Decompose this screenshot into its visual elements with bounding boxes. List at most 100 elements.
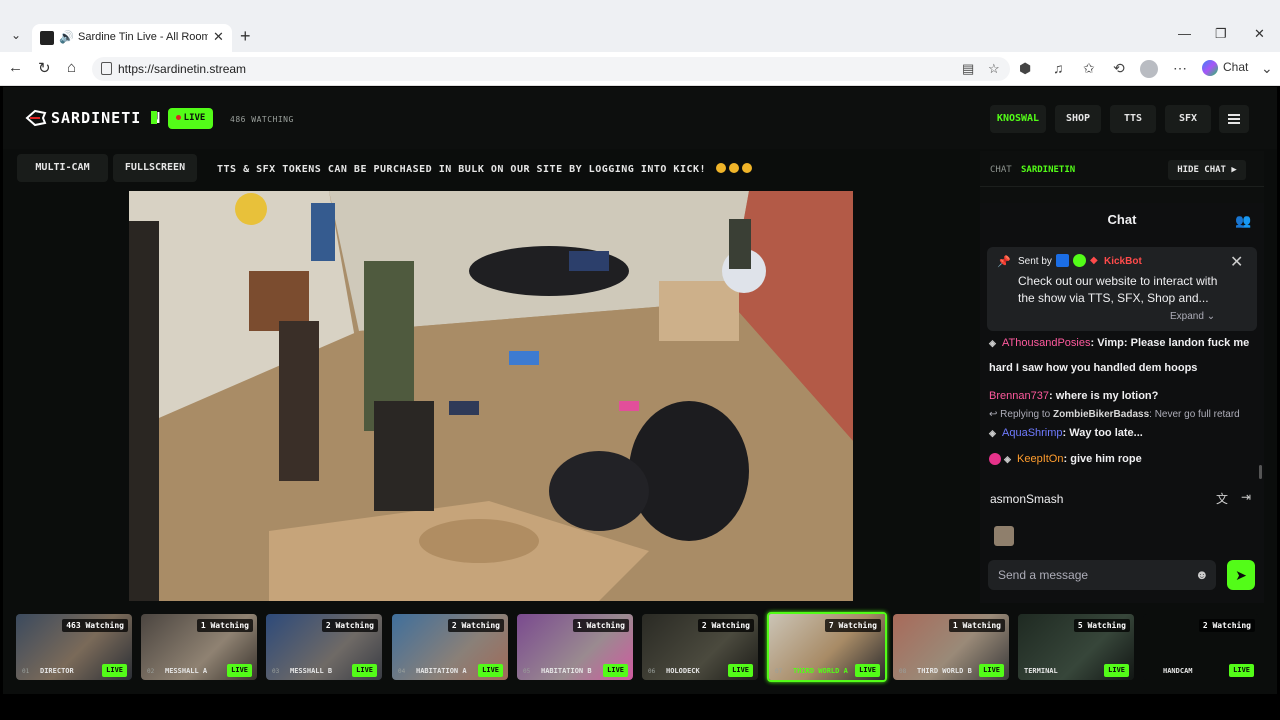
thumb-name: THIRD WORLD A	[793, 667, 848, 675]
camera-thumb-terminal[interactable]: 5 Watching TERMINAL LIVE	[1018, 614, 1134, 680]
logo-accent-bar	[151, 111, 157, 124]
tab-list-chevron-icon[interactable]: ⌄	[6, 25, 26, 45]
speaker-icon[interactable]: 🔊	[59, 30, 74, 44]
menu-hamburger-icon[interactable]	[1219, 105, 1249, 133]
reply-username[interactable]: ZombieBikerBadass	[1053, 409, 1149, 420]
camera-thumb-handcam[interactable]: 2 Watching HANDCAM LIVE	[1143, 614, 1259, 680]
tts-button[interactable]: TTS	[1110, 105, 1156, 133]
chat-strip: CHAT SARDINETIN HIDE CHAT ▶	[980, 151, 1264, 187]
exit-icon[interactable]: ⇥	[1241, 490, 1251, 504]
minimize-icon[interactable]: —	[1178, 26, 1191, 41]
coin-icon	[741, 163, 752, 173]
site-info-icon[interactable]	[101, 62, 112, 75]
thumb-name: HABITATION A	[416, 667, 467, 675]
shield-badge-icon: ◈	[989, 428, 996, 438]
thumb-watching: 2 Watching	[1198, 619, 1255, 632]
sfx-button[interactable]: SFX	[1165, 105, 1211, 133]
thumb-live-badge: LIVE	[102, 664, 127, 677]
emoji-icon[interactable]: ☻	[1195, 567, 1209, 582]
camera-thumb-habitation-a[interactable]: 2 Watching 04 HABITATION A LIVE	[392, 614, 508, 680]
camera-thumb-third-world-a[interactable]: 7 Watching 07 THIRD WORLD A LIVE	[767, 612, 887, 682]
message-input-box[interactable]: ☻	[988, 560, 1216, 590]
reader-mode-icon[interactable]: ▤	[962, 61, 974, 77]
restore-icon[interactable]: ❐	[1215, 26, 1227, 42]
chat-username[interactable]: AquaShrimp	[1002, 427, 1063, 439]
message-input[interactable]	[998, 566, 1188, 584]
pinned-bot-name[interactable]: KickBot	[1104, 256, 1142, 267]
subscriber-badge-icon	[989, 453, 1001, 466]
thumb-name: DIRECTOR	[40, 667, 74, 675]
thumb-name: MESSHALL B	[290, 667, 333, 675]
camera-thumb-messhall-b[interactable]: 2 Watching 03 MESSHALL B LIVE	[266, 614, 382, 680]
tab-title: Sardine Tin Live - All Rooms, /	[78, 31, 208, 43]
site-logo-text[interactable]: SARDINETI N	[51, 109, 161, 127]
shop-button[interactable]: SHOP	[1055, 105, 1101, 133]
sidebar-chevron-icon[interactable]: ⌄	[1261, 60, 1273, 77]
new-tab-plus-icon[interactable]: +	[240, 26, 251, 47]
favorites-icon[interactable]: ✩	[1083, 60, 1095, 77]
copilot-chat-button[interactable]: Chat	[1202, 60, 1248, 76]
site-header: SARDINETI N LIVE 486 WATCHING KNOSWAL SH…	[3, 87, 1277, 149]
chat-scrollbar[interactable]	[1259, 465, 1262, 479]
pinned-text: Check out our website to interact with t…	[1018, 274, 1218, 305]
camera-thumb-third-world-b[interactable]: 1 Watching 08 THIRD WORLD B LIVE	[893, 614, 1009, 680]
url-text[interactable]: https://sardinetin.stream	[118, 62, 246, 76]
thumb-live-badge: LIVE	[227, 664, 252, 677]
thumb-watching: 2 Watching	[321, 619, 378, 632]
refresh-icon[interactable]: ↻	[38, 59, 51, 77]
users-icon[interactable]: 👥	[1235, 213, 1251, 229]
live-video-player[interactable]	[129, 191, 853, 601]
thumb-watching: 1 Watching	[948, 619, 1005, 632]
watching-count: 486 WATCHING	[230, 115, 294, 124]
history-icon[interactable]: ⟲	[1113, 60, 1125, 77]
home-icon[interactable]: ⌂	[67, 59, 76, 76]
thumb-number: 06	[648, 668, 656, 675]
thumb-watching: 1 Watching	[196, 619, 253, 632]
translate-icon[interactable]: 文	[1216, 490, 1228, 507]
camera-thumb-holodeck[interactable]: 2 Watching 06 HOLODECK LIVE	[642, 614, 758, 680]
chat-column: CHAT SARDINETIN HIDE CHAT ▶ Chat 👥 📌 Sen…	[980, 151, 1264, 603]
pinned-message: 📌 Sent by ◆ KickBot ✕ Check out our webs…	[987, 247, 1257, 331]
close-tab-icon[interactable]: ✕	[213, 29, 224, 45]
knoswal-button[interactable]: KNOSWAL	[990, 105, 1046, 133]
hide-chat-button[interactable]: HIDE CHAT ▶	[1168, 160, 1246, 180]
close-pinned-icon[interactable]: ✕	[1230, 252, 1243, 272]
address-bar[interactable]: https://sardinetin.stream ▤ ☆	[92, 57, 1010, 81]
back-arrow-icon[interactable]: ←	[8, 59, 23, 76]
chat-username[interactable]: AThousandPosies	[1002, 337, 1090, 349]
favorite-star-icon[interactable]: ☆	[988, 61, 1000, 77]
send-button[interactable]: ➤	[1227, 560, 1255, 590]
coin-icon	[715, 163, 726, 173]
media-control-icon[interactable]: ♫	[1053, 60, 1064, 76]
camera-thumb-habitation-b[interactable]: 1 Watching 05 HABITATION B LIVE	[517, 614, 633, 680]
fullscreen-button[interactable]: FULLSCREEN	[113, 154, 197, 182]
extensions-icon[interactable]: ⬢	[1019, 60, 1031, 77]
more-options-icon[interactable]: ⋯	[1173, 60, 1187, 77]
chat-message: ◈ AquaShrimp: Way too late...	[989, 421, 1259, 446]
browser-tab[interactable]: 🔊 Sardine Tin Live - All Rooms, / ✕	[32, 24, 232, 52]
window-close-icon[interactable]: ✕	[1254, 26, 1265, 42]
thumb-live-badge: LIVE	[352, 664, 377, 677]
thumb-watching: 463 Watching	[62, 619, 128, 632]
thumb-live-badge: LIVE	[855, 664, 880, 677]
thumb-number: 03	[272, 668, 280, 675]
expand-pinned-button[interactable]: Expand ⌄	[1170, 311, 1215, 322]
thumb-name: HABITATION B	[541, 667, 592, 675]
shield-badge-icon: ◈	[1004, 454, 1011, 464]
chat-username[interactable]: KeepItOn	[1017, 453, 1063, 465]
emote-suggestion-name[interactable]: asmonSmash	[990, 492, 1063, 506]
thumb-watching: 2 Watching	[447, 619, 504, 632]
emote-thumbnail[interactable]	[994, 526, 1014, 546]
chat-username[interactable]: Brennan737	[989, 390, 1049, 402]
pinned-sent-by: Sent by	[1018, 256, 1052, 267]
copilot-chat-label: Chat	[1223, 60, 1249, 75]
chat-message: ◈ KeepItOn: give him rope	[989, 447, 1259, 472]
chat-message-text: Way too late...	[1069, 427, 1143, 439]
browser-nav-bar: ← ↻ ⌂ https://sardinetin.stream ▤ ☆ ⬢ ♫ …	[0, 52, 1280, 86]
camera-thumb-messhall-a[interactable]: 1 Watching 02 MESSHALL A LIVE	[141, 614, 257, 680]
profile-avatar[interactable]	[1140, 60, 1158, 78]
expand-label: Expand	[1170, 311, 1204, 322]
camera-thumb-director[interactable]: 463 Watching 01 DIRECTOR LIVE	[16, 614, 132, 680]
ticker-text: TTS & SFX TOKENS CAN BE PURCHASED IN BUL…	[217, 164, 707, 175]
multi-cam-button[interactable]: MULTI-CAM	[17, 154, 108, 182]
